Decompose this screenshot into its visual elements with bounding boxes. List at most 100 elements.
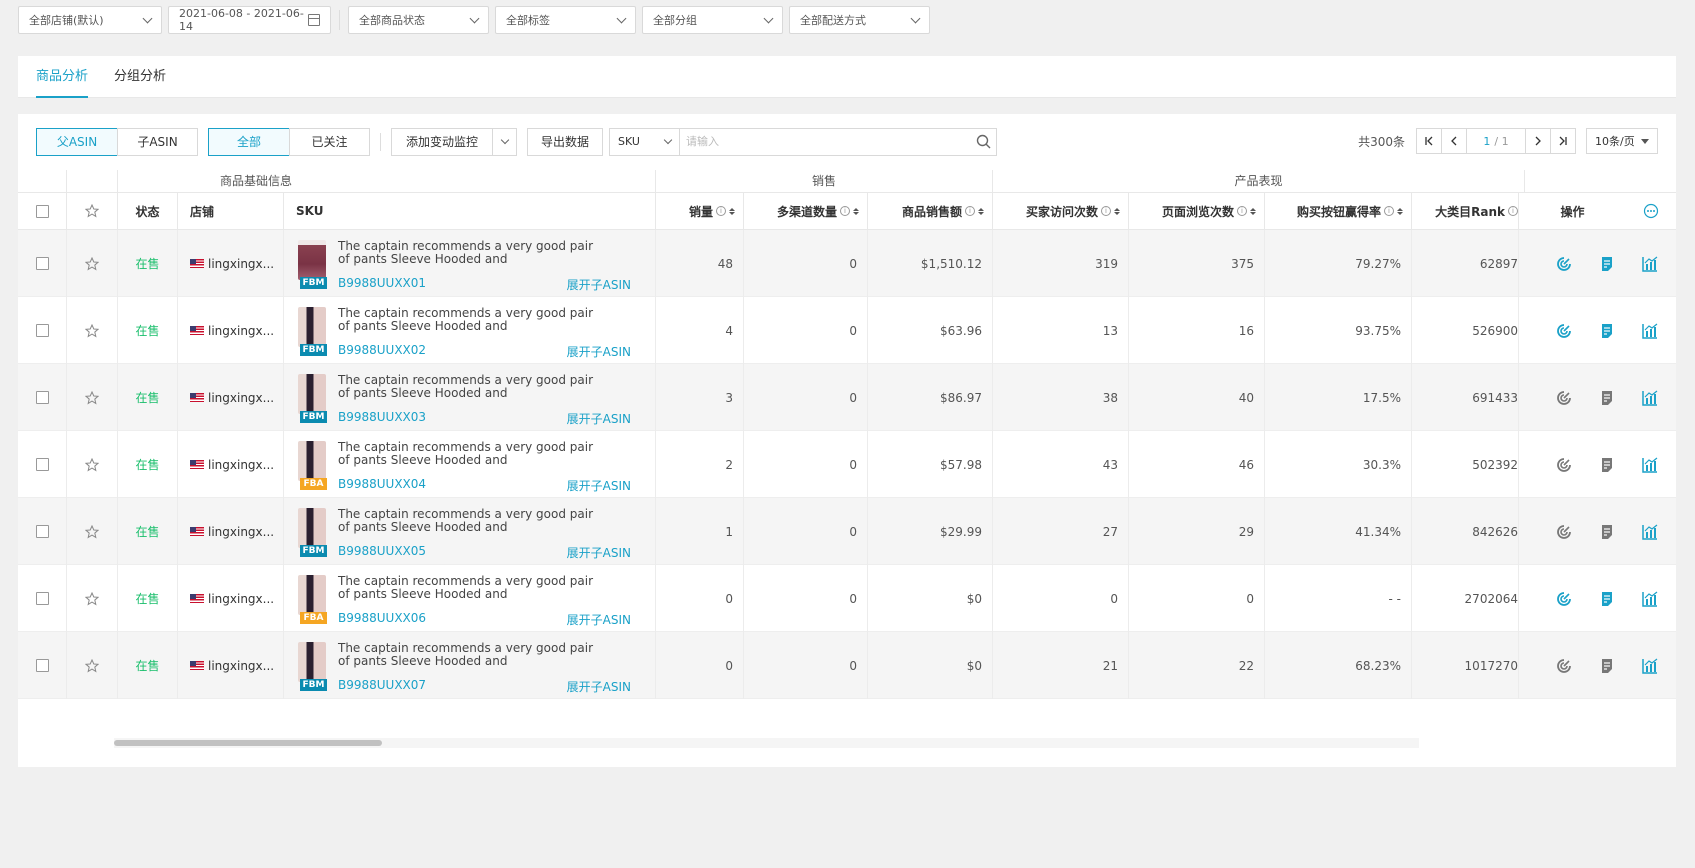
asin-link[interactable]: B9988UUXX02 [338,343,426,357]
asin-link[interactable]: B9988UUXX06 [338,611,426,625]
info-icon[interactable]: i [1101,206,1111,216]
notes-icon[interactable] [1599,591,1615,607]
monitor-icon[interactable] [1556,591,1572,607]
all-button[interactable]: 全部 [208,127,290,156]
sales-qty-column-header[interactable]: 销量 i [656,193,744,230]
notes-icon[interactable] [1599,457,1615,473]
page-size-select[interactable]: 10条/页 [1586,128,1658,154]
asin-link[interactable]: B9988UUXX01 [338,276,426,290]
category-rank-column-header[interactable]: 大类目Rank i [1412,193,1519,230]
last-page-icon[interactable] [1550,128,1576,154]
notes-icon[interactable] [1599,524,1615,540]
star-icon[interactable] [85,323,99,338]
asin-link[interactable]: B9988UUXX05 [338,544,426,558]
product-thumbnail[interactable] [298,307,326,347]
trend-chart-icon[interactable] [1642,323,1658,339]
info-icon[interactable]: i [1384,206,1394,216]
asin-link[interactable]: B9988UUXX03 [338,410,426,424]
followed-button[interactable]: 已关注 [289,127,370,156]
sort-icon[interactable] [729,207,735,215]
sort-icon[interactable] [1250,207,1256,215]
expand-child-asin-link[interactable]: 展开子ASIN [567,678,631,695]
horizontal-scrollbar[interactable] [114,738,1419,748]
groups-filter[interactable]: 全部分组 [642,6,783,34]
notes-icon[interactable] [1599,323,1615,339]
product-thumbnail[interactable] [298,642,326,682]
scrollbar-thumb[interactable] [114,740,382,746]
tab-product-analysis[interactable]: 商品分析 [36,56,89,98]
multi-channel-column-header[interactable]: 多渠道数量 i [744,193,868,230]
add-monitor-button[interactable]: 添加变动监控 [391,127,493,156]
sort-icon[interactable] [1397,207,1403,215]
expand-child-asin-link[interactable]: 展开子ASIN [567,343,631,360]
product-thumbnail[interactable] [298,240,326,280]
buybox-rate-column-header[interactable]: 购买按钮赢得率 i [1265,193,1412,230]
star-icon[interactable] [85,457,99,472]
trend-chart-icon[interactable] [1642,256,1658,272]
search-input[interactable] [680,128,970,155]
monitor-icon[interactable] [1556,658,1572,674]
buyer-visits-column-header[interactable]: 买家访问次数 i [993,193,1129,230]
star-icon[interactable] [85,390,99,405]
child-asin-button[interactable]: 子ASIN [117,127,198,156]
page-views-column-header[interactable]: 页面浏览次数 i [1129,193,1265,230]
row-checkbox[interactable] [35,458,49,471]
product-thumbnail[interactable] [298,575,326,615]
star-icon[interactable] [85,524,99,539]
expand-child-asin-link[interactable]: 展开子ASIN [567,276,631,293]
trend-chart-icon[interactable] [1642,591,1658,607]
notes-icon[interactable] [1599,256,1615,272]
info-icon[interactable]: i [1508,206,1518,216]
star-icon[interactable] [85,591,99,606]
product-thumbnail[interactable] [298,508,326,548]
sort-icon[interactable] [853,207,859,215]
monitor-icon[interactable] [1556,256,1572,272]
sort-icon[interactable] [978,207,984,215]
search-type-select[interactable]: SKU [610,128,680,155]
shop-filter[interactable]: 全部店铺(默认) [18,6,162,34]
asin-link[interactable]: B9988UUXX07 [338,678,426,692]
expand-child-asin-link[interactable]: 展开子ASIN [567,410,631,427]
next-page-icon[interactable] [1525,128,1551,154]
prev-page-icon[interactable] [1441,128,1467,154]
info-icon[interactable]: i [1237,206,1247,216]
row-checkbox[interactable] [35,592,49,605]
monitor-icon[interactable] [1556,323,1572,339]
product-thumbnail[interactable] [298,374,326,414]
first-page-icon[interactable] [1416,128,1442,154]
row-checkbox[interactable] [35,324,49,337]
row-checkbox[interactable] [35,659,49,672]
product-thumbnail[interactable] [298,441,326,481]
row-checkbox[interactable] [35,525,49,538]
expand-child-asin-link[interactable]: 展开子ASIN [567,477,631,494]
parent-asin-button[interactable]: 父ASIN [36,127,118,156]
page-indicator[interactable]: 1 / 1 [1466,128,1526,154]
star-icon[interactable] [85,658,99,673]
date-range-picker[interactable]: 2021-06-08 - 2021-06-14 [168,6,331,34]
monitor-dropdown-button[interactable] [492,127,517,156]
column-settings[interactable] [1626,193,1676,230]
info-icon[interactable]: i [716,206,726,216]
tags-filter[interactable]: 全部标签 [495,6,636,34]
notes-icon[interactable] [1599,658,1615,674]
expand-child-asin-link[interactable]: 展开子ASIN [567,611,631,628]
sort-icon[interactable] [1114,207,1120,215]
notes-icon[interactable] [1599,390,1615,406]
row-checkbox[interactable] [35,391,49,404]
info-icon[interactable]: i [965,206,975,216]
star-icon[interactable] [85,256,99,271]
monitor-icon[interactable] [1556,390,1572,406]
monitor-icon[interactable] [1556,457,1572,473]
trend-chart-icon[interactable] [1642,524,1658,540]
tab-group-analysis[interactable]: 分组分析 [114,56,166,98]
trend-chart-icon[interactable] [1642,390,1658,406]
expand-child-asin-link[interactable]: 展开子ASIN [567,544,631,561]
row-checkbox[interactable] [35,257,49,270]
trend-chart-icon[interactable] [1642,457,1658,473]
monitor-icon[interactable] [1556,524,1572,540]
asin-link[interactable]: B9988UUXX04 [338,477,426,491]
delivery-filter[interactable]: 全部配送方式 [789,6,930,34]
export-button[interactable]: 导出数据 [527,127,603,156]
sales-amount-column-header[interactable]: 商品销售额 i [868,193,993,230]
search-icon[interactable] [970,129,996,155]
